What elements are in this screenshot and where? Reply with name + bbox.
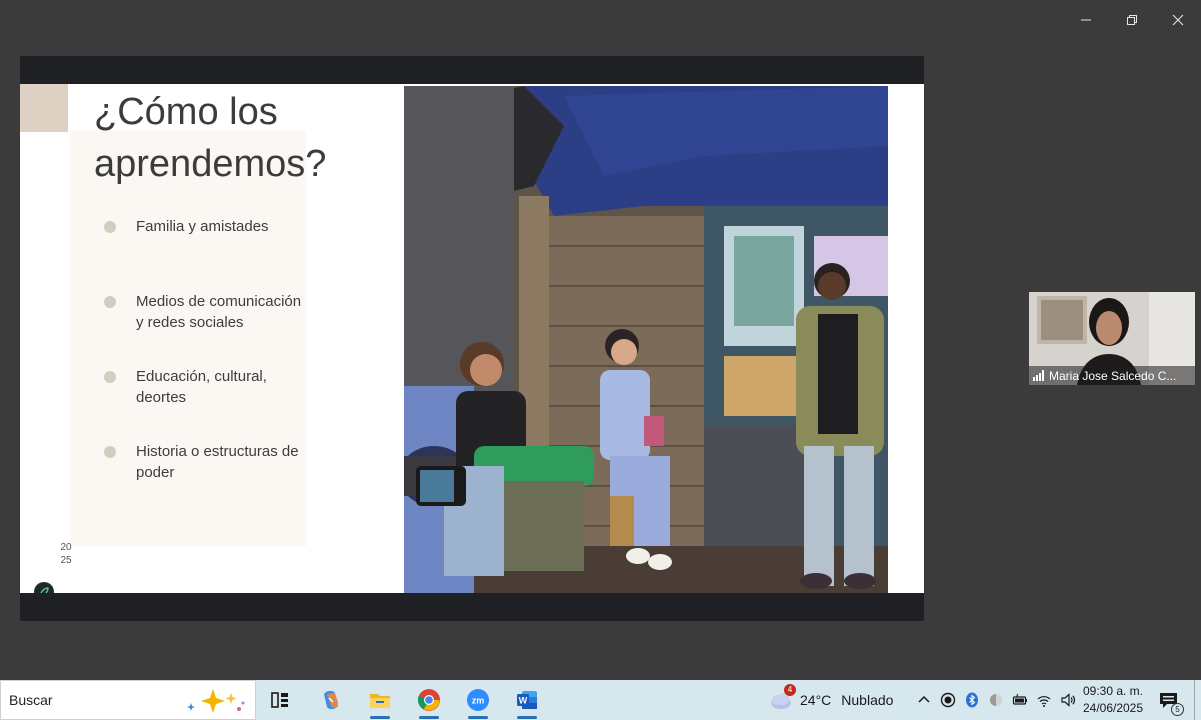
show-hidden-icons-button[interactable] xyxy=(912,680,936,720)
zoom-button[interactable]: zm xyxy=(454,680,502,720)
minimize-icon xyxy=(1081,19,1091,21)
notifications-button[interactable]: 5 xyxy=(1156,688,1184,716)
slide-margin xyxy=(888,84,924,593)
bullet-dot xyxy=(104,221,116,233)
presentation-slide: ¿Cómo los aprendemos? Familia y amistade… xyxy=(20,84,924,593)
record-icon xyxy=(940,692,956,708)
slide-title: ¿Cómo los aprendemos? xyxy=(94,91,327,185)
close-button[interactable] xyxy=(1155,0,1201,40)
bullet-dot xyxy=(104,296,116,308)
bullet-item: Educación, cultural, deortes xyxy=(104,366,334,408)
search-input[interactable] xyxy=(1,692,171,708)
file-explorer-button[interactable] xyxy=(356,680,404,720)
word-button[interactable]: W xyxy=(503,680,551,720)
bullet-text: Historia o estructuras de poder xyxy=(136,443,299,481)
bullet-panel xyxy=(70,130,306,546)
brand-logo xyxy=(34,582,54,593)
bluetooth-icon xyxy=(966,692,978,708)
participant-name: Maria Jose Salcedo C... xyxy=(1049,368,1177,383)
task-view-button[interactable] xyxy=(256,680,304,720)
svg-text:zm: zm xyxy=(472,696,485,706)
restore-icon xyxy=(1127,15,1137,25)
bullet-item: Familia y amistades xyxy=(104,216,334,237)
weather-badge: 4 xyxy=(784,684,796,696)
word-icon: W xyxy=(517,691,537,709)
photo-illustration xyxy=(404,86,888,593)
participant-name-bar: Maria Jose Salcedo C... xyxy=(1029,366,1195,385)
copilot-icon xyxy=(324,690,339,710)
weather-temperature: 24°C xyxy=(800,692,832,708)
signal-strength-icon xyxy=(1033,370,1044,381)
window-controls xyxy=(1063,0,1201,40)
system-tray xyxy=(912,680,1080,720)
bullet-item: Historia o estructuras de poder xyxy=(104,441,334,483)
slide-photo xyxy=(404,86,888,593)
slide-year: 20 25 xyxy=(60,542,72,566)
bullet-dot xyxy=(104,446,116,458)
notification-count: 5 xyxy=(1171,703,1184,716)
show-desktop-button[interactable] xyxy=(1194,680,1195,720)
battery-icon xyxy=(1012,693,1027,705)
bullet-text: Medios de comunicación y redes sociales xyxy=(136,293,302,331)
weather-condition: Nublado xyxy=(841,692,894,708)
participant-video-tile[interactable]: Maria Jose Salcedo C... xyxy=(1029,292,1195,385)
battery-tray-button[interactable] xyxy=(1008,680,1032,720)
taskbar: zm W 4 24°C Nublado xyxy=(0,680,1201,720)
bullet-text: Familia y amistades xyxy=(136,218,269,235)
bluetooth-tray-button[interactable] xyxy=(960,680,984,720)
app-tray-icon xyxy=(990,694,1002,706)
clock-date: 24/06/2025 xyxy=(1082,701,1144,715)
app-tray-button[interactable] xyxy=(984,680,1008,720)
file-explorer-icon xyxy=(370,694,390,708)
wifi-icon xyxy=(1037,696,1051,707)
volume-tray-button[interactable] xyxy=(1056,680,1080,720)
bullet-item: Medios de comunicación y redes sociales xyxy=(104,291,334,333)
active-indicator xyxy=(370,716,390,719)
leaf-icon xyxy=(40,587,49,593)
taskbar-search[interactable] xyxy=(0,680,256,720)
active-indicator xyxy=(517,716,537,719)
task-view-icon xyxy=(271,692,288,708)
cloud-icon: 4 xyxy=(766,684,796,712)
wifi-tray-button[interactable] xyxy=(1032,680,1056,720)
zoom-icon: zm xyxy=(467,689,489,711)
speaker-icon xyxy=(1061,693,1076,707)
active-indicator xyxy=(468,716,488,719)
bullet-dot xyxy=(104,371,116,383)
copilot-button[interactable] xyxy=(307,680,355,720)
chrome-button[interactable] xyxy=(405,680,453,720)
weather-widget[interactable]: 4 24°C Nublado xyxy=(766,680,893,720)
record-tray-button[interactable] xyxy=(936,680,960,720)
chrome-icon xyxy=(417,689,440,711)
taskbar-clock[interactable]: 09:30 a. m. 24/06/2025 xyxy=(1078,683,1148,717)
svg-text:W: W xyxy=(519,696,528,706)
active-indicator xyxy=(419,716,439,719)
restore-button[interactable] xyxy=(1109,0,1155,40)
minimize-button[interactable] xyxy=(1063,0,1109,40)
accent-square xyxy=(20,84,68,132)
shared-screen: ¿Cómo los aprendemos? Familia y amistade… xyxy=(20,56,924,621)
bullet-text: Educación, cultural, deortes xyxy=(136,368,267,406)
clock-time: 09:30 a. m. xyxy=(1082,684,1144,698)
copilot-sparkle-icon xyxy=(187,689,245,713)
close-icon xyxy=(1172,14,1184,26)
chevron-up-icon xyxy=(918,695,930,703)
